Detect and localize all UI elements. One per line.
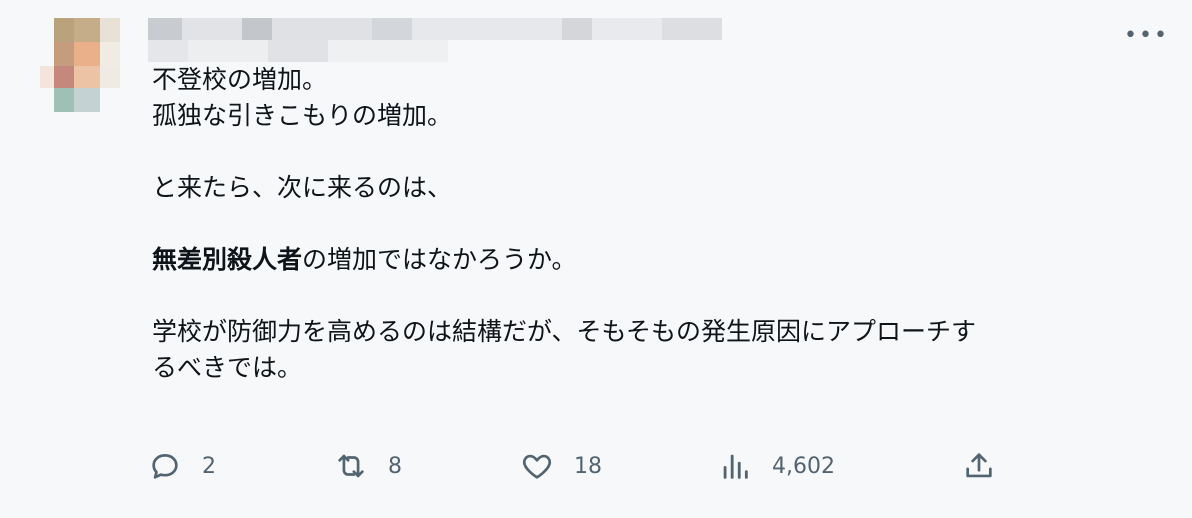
blurred-username[interactable]	[148, 18, 728, 68]
heart-icon	[522, 454, 552, 479]
tweet-line: 孤独な引きこもりの増加。	[152, 101, 453, 130]
views-icon	[723, 454, 748, 479]
avatar[interactable]	[40, 18, 124, 114]
like-count: 18	[574, 453, 602, 479]
retweet-button[interactable]: 8	[334, 446, 402, 486]
share-icon	[966, 453, 992, 478]
tweet-line: るべきでは。	[152, 353, 303, 382]
reply-button[interactable]: 2	[148, 446, 216, 486]
tweet-line-emphasis: 無差別殺人者の増加ではなかろうか。	[152, 242, 1162, 278]
tweet-line: 不登校の増加。	[152, 65, 328, 94]
tweet-text: 不登校の増加。 孤独な引きこもりの増加。 と来たら、次に来るのは、 無差別殺人者…	[152, 62, 1162, 386]
retweet-count: 8	[388, 453, 402, 479]
views-count: 4,602	[772, 453, 835, 479]
views-button[interactable]: 4,602	[718, 446, 835, 486]
tweet: ••• 不登校の増加。 孤独な引きこもりの増加。 と来たら、次に来るのは、 無差…	[0, 0, 1192, 518]
tweet-line: と来たら、次に来るのは、	[152, 173, 453, 202]
share-button[interactable]	[962, 446, 996, 486]
more-options-icon[interactable]: •••	[1124, 22, 1167, 50]
tweet-line-rest: の増加ではなかろうか。	[302, 245, 577, 274]
reply-count: 2	[202, 453, 216, 479]
tweet-actions: 2 8 18 4,602	[148, 446, 1048, 486]
reply-icon	[152, 454, 178, 479]
bold-text: 無差別殺人者	[152, 245, 303, 274]
tweet-line: 学校が防御力を高めるのは結構だが、そもそもの発生原因にアプローチす	[152, 317, 977, 346]
retweet-icon	[338, 454, 364, 478]
like-button[interactable]: 18	[520, 446, 602, 486]
